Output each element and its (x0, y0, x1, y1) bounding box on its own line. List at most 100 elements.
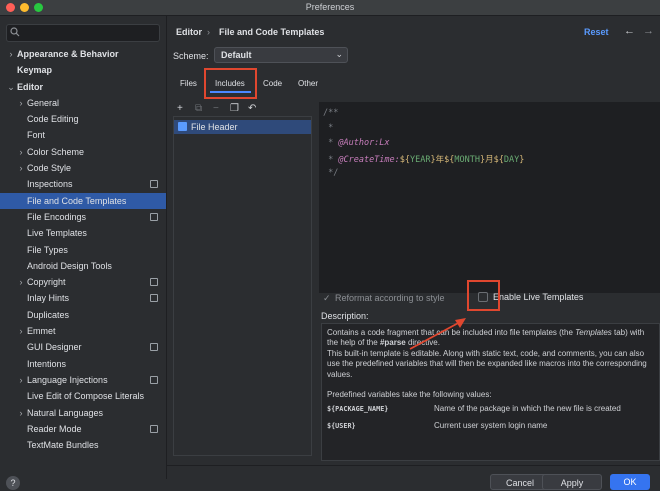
chevron-right-icon[interactable]: › (16, 323, 26, 339)
chevron-right-icon[interactable]: › (16, 95, 26, 111)
code-line: */ (323, 168, 338, 182)
sidebar-item-code-editing[interactable]: Code Editing (0, 111, 166, 127)
settings-search-input[interactable] (6, 24, 160, 42)
sidebar-item-natural-languages[interactable]: › Natural Languages (0, 405, 166, 421)
reformat-label: Reformat according to style (335, 293, 445, 303)
sidebar-item-file-encodings[interactable]: File Encodings (0, 209, 166, 225)
code-token: ${ (493, 155, 504, 165)
variable-row: ${USER} Current user system login name (327, 421, 654, 438)
chevron-right-icon[interactable]: › (16, 160, 26, 176)
sidebar-item-copyright[interactable]: › Copyright (0, 274, 166, 290)
sidebar-item-label: File Types (27, 244, 68, 255)
settings-content: Editor › File and Code Templates Reset ←… (167, 16, 660, 490)
check-icon: ✓ (323, 293, 331, 303)
back-arrow-icon[interactable]: ← (624, 25, 635, 37)
code-token: DAY (503, 155, 520, 165)
chevron-right-icon[interactable]: › (16, 274, 26, 290)
project-level-icon (150, 424, 158, 433)
cancel-button[interactable]: Cancel (490, 474, 550, 490)
sidebar-item-file-and-code-templates[interactable]: File and Code Templates (0, 192, 166, 209)
scheme-select[interactable]: Default ⌄ (214, 47, 348, 63)
chevron-right-icon[interactable]: › (6, 46, 16, 62)
sidebar-item-label: Keymap (17, 65, 53, 76)
sidebar-item-color-scheme[interactable]: › Color Scheme (0, 144, 166, 160)
code-token: * (323, 123, 334, 133)
code-token: MONTH (454, 155, 480, 165)
sidebar-item-inlay-hints[interactable]: Inlay Hints (0, 290, 166, 306)
sidebar-item-label: Emmet (27, 326, 56, 337)
description-label: Description: (321, 311, 369, 321)
sidebar-item-live-templates[interactable]: Live Templates (0, 225, 166, 241)
sidebar-item-editor[interactable]: ⌄ Editor (0, 79, 166, 95)
code-token: ${ (444, 155, 455, 165)
sidebar-item-label: TextMate Bundles (27, 440, 99, 451)
apply-button[interactable]: Apply (542, 474, 602, 490)
description-panel: Contains a code fragment that can be inc… (321, 323, 660, 461)
description-paragraph: Predefined variables take the following … (327, 390, 492, 400)
description-paragraph: This built-in template is editable. Alon… (327, 348, 647, 379)
sidebar-item-duplicates[interactable]: Duplicates (0, 307, 166, 323)
sidebar-item-label: Live Edit of Compose Literals (27, 391, 145, 402)
project-level-icon (150, 343, 158, 352)
code-token: */ (323, 168, 339, 178)
chevron-right-icon[interactable]: › (16, 144, 26, 160)
tab-other[interactable]: Other (298, 79, 318, 88)
code-token: ${ (399, 155, 411, 165)
help-button[interactable]: ? (6, 476, 20, 490)
code-line: * (323, 123, 333, 137)
project-level-icon (150, 294, 158, 303)
revert-template-icon[interactable]: ↶ (248, 103, 256, 114)
sidebar-item-label: File Encodings (27, 211, 87, 222)
sidebar-item-label: Inlay Hints (27, 293, 70, 304)
sidebar-item-general[interactable]: › General (0, 95, 166, 111)
page-title: File and Code Templates (219, 27, 325, 37)
sidebar-item-label: Code Editing (27, 114, 79, 125)
sidebar-item-emmet[interactable]: › Emmet (0, 323, 166, 339)
copy-template-icon[interactable]: ⧉ (195, 103, 202, 114)
sidebar-item-textmate-bundles[interactable]: TextMate Bundles (0, 437, 166, 453)
code-line: /** (323, 108, 338, 122)
sidebar-item-gui-designer[interactable]: GUI Designer (0, 339, 166, 355)
description-text: directive. (405, 338, 440, 348)
template-code-editor[interactable]: /** * * @Author:Lx * @CreateTime:${YEAR}… (319, 102, 660, 293)
tab-includes-annotation-box (204, 68, 257, 99)
duplicate-template-icon[interactable]: ❐ (230, 103, 239, 114)
chevron-right-icon[interactable]: › (16, 372, 26, 388)
project-level-icon (150, 278, 158, 287)
window-title: Preferences (305, 2, 355, 12)
sidebar-item-android-design-tools[interactable]: Android Design Tools (0, 258, 166, 274)
sidebar-item-reader-mode[interactable]: Reader Mode (0, 421, 166, 437)
reset-button[interactable]: Reset (584, 27, 609, 37)
code-token: 年 (435, 155, 445, 165)
chevron-down-icon[interactable]: ⌄ (6, 79, 16, 95)
sidebar-item-live-edit-of-compose-literals[interactable]: Live Edit of Compose Literals (0, 388, 166, 404)
sidebar-item-keymap[interactable]: Keymap (0, 62, 166, 78)
sidebar-item-inspections[interactable]: Inspections (0, 176, 166, 192)
variable-name: ${USER} (327, 422, 356, 431)
forward-arrow-icon[interactable]: → (643, 25, 654, 37)
tab-code[interactable]: Code (263, 79, 282, 88)
sidebar-item-file-types[interactable]: File Types (0, 242, 166, 258)
chevron-down-icon: ⌄ (335, 49, 343, 59)
sidebar-item-language-injections[interactable]: › Language Injections (0, 372, 166, 388)
template-name: File Header (191, 122, 238, 132)
project-level-icon (150, 180, 158, 189)
remove-template-icon[interactable]: − (213, 103, 219, 114)
ok-button[interactable]: OK (610, 474, 650, 490)
sidebar-item-font[interactable]: Font (0, 127, 166, 143)
scheme-label: Scheme: (173, 51, 209, 61)
sidebar-item-label: Inspections (27, 179, 73, 190)
code-line: * @CreateTime:${YEAR}年${MONTH}月${DAY} (323, 153, 524, 167)
description-emphasis: Templates (575, 328, 612, 337)
code-token: /** (323, 108, 339, 118)
sidebar-item-intentions[interactable]: Intentions (0, 356, 166, 372)
list-item[interactable]: File Header (174, 120, 311, 134)
sidebar-item-code-style[interactable]: › Code Style (0, 160, 166, 176)
add-template-icon[interactable]: + (177, 103, 183, 114)
sidebar-item-appearance-behavior[interactable]: › Appearance & Behavior (0, 46, 166, 62)
sidebar-item-label: Font (27, 130, 46, 141)
templates-list: File Header (173, 116, 312, 456)
chevron-right-icon[interactable]: › (16, 405, 26, 421)
search-icon (10, 27, 20, 37)
tab-files[interactable]: Files (180, 79, 197, 88)
